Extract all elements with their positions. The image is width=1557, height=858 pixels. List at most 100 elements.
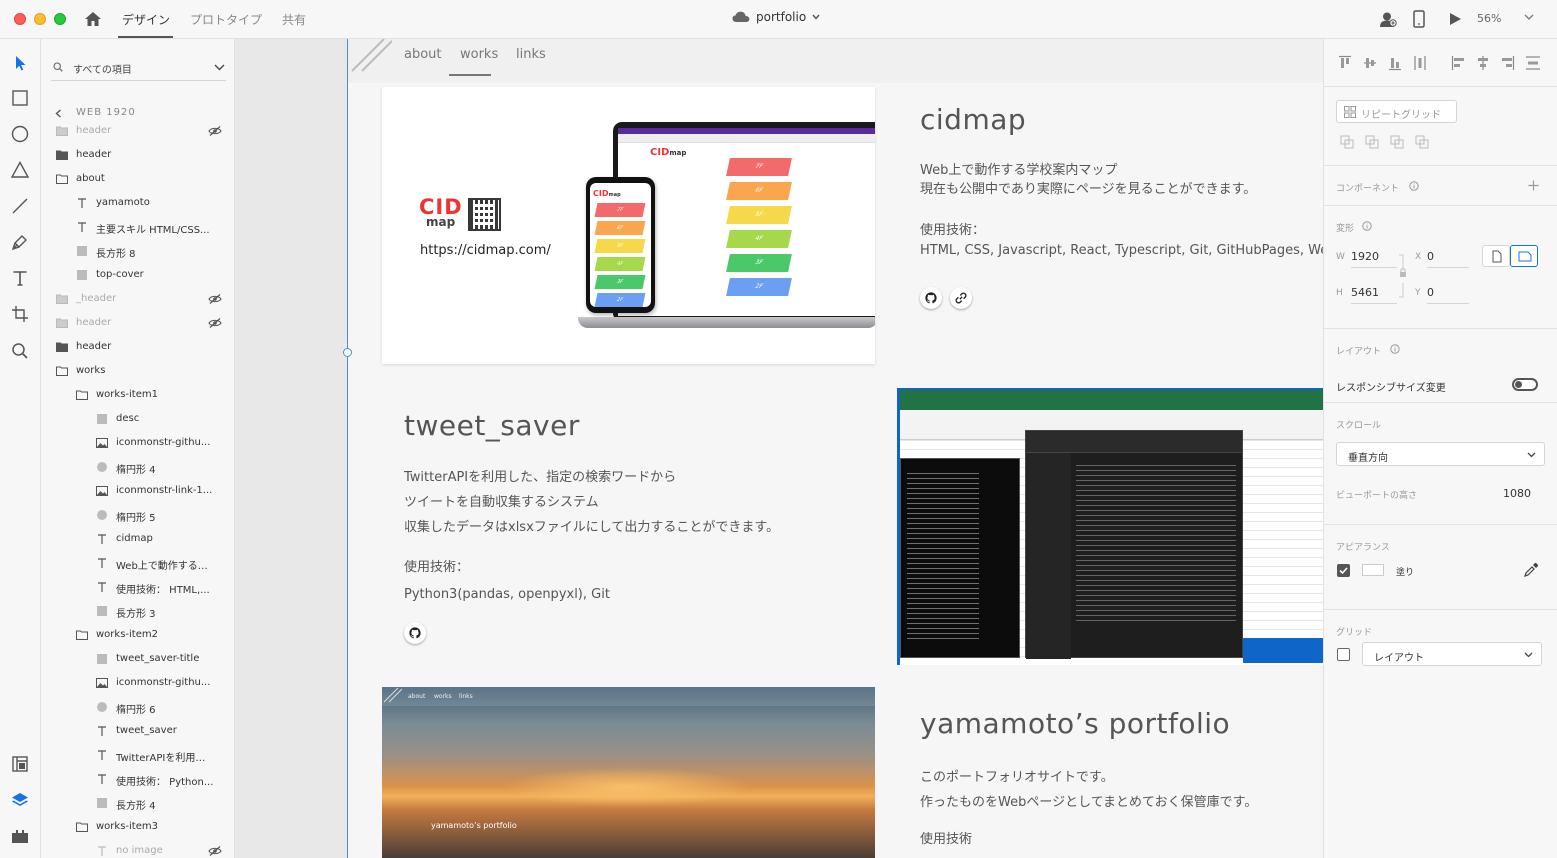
assets-panel-icon[interactable] bbox=[10, 754, 30, 774]
portrait-orientation-button[interactable] bbox=[1482, 245, 1510, 267]
align-bottom-icon[interactable] bbox=[1388, 55, 1402, 71]
select-tool-icon[interactable] bbox=[10, 53, 30, 73]
document-title[interactable]: portfolio bbox=[732, 10, 820, 24]
layer-row[interactable]: iconmonstr-link-1... bbox=[41, 479, 234, 503]
back-chevron-icon[interactable] bbox=[55, 109, 62, 118]
layer-row[interactable]: header bbox=[41, 143, 234, 167]
visibility-hidden-icon[interactable] bbox=[208, 318, 222, 328]
responsive-resize-toggle[interactable] bbox=[1512, 378, 1538, 391]
ellipse-tool-icon[interactable] bbox=[10, 124, 30, 144]
width-input[interactable]: 1920 bbox=[1351, 246, 1397, 268]
layer-row[interactable]: works bbox=[41, 359, 234, 383]
maximize-window-button[interactable] bbox=[54, 13, 66, 25]
rectangle-tool-icon[interactable] bbox=[10, 88, 30, 108]
design-canvas[interactable]: about works links CID map https://cidmap… bbox=[235, 39, 1323, 858]
layer-row[interactable]: works-item3 bbox=[41, 815, 234, 839]
layer-row[interactable]: 長方形 4 bbox=[41, 791, 234, 815]
distribute-horizontal-icon[interactable] bbox=[1526, 55, 1540, 71]
layer-row[interactable]: 主要スキル HTML/CSS... bbox=[41, 215, 234, 239]
repeat-grid-button[interactable]: リピートグリッド bbox=[1336, 100, 1457, 123]
text-tool-icon[interactable] bbox=[10, 268, 30, 288]
layer-row[interactable]: header bbox=[41, 335, 234, 359]
landscape-orientation-button[interactable] bbox=[1510, 245, 1538, 267]
layer-row[interactable]: 使用技術： HTML,... bbox=[41, 575, 234, 599]
boolean-ops-icons[interactable] bbox=[1340, 135, 1430, 149]
layer-row[interactable]: works-item1 bbox=[41, 383, 234, 407]
site-nav-about[interactable]: about bbox=[404, 47, 442, 62]
site-nav-works[interactable]: works bbox=[460, 47, 498, 62]
layer-row[interactable]: cidmap bbox=[41, 527, 234, 551]
layer-row[interactable]: tweet_saver-title bbox=[41, 647, 234, 671]
zoom-tool-icon[interactable] bbox=[10, 341, 30, 361]
visibility-hidden-icon[interactable] bbox=[208, 294, 222, 304]
fill-color-swatch[interactable] bbox=[1362, 564, 1384, 576]
align-top-icon[interactable] bbox=[1338, 55, 1352, 71]
minimize-window-button[interactable] bbox=[34, 13, 46, 25]
layer-row[interactable]: _header bbox=[41, 287, 234, 311]
layers-panel-icon[interactable] bbox=[10, 790, 30, 810]
layer-name: 長方形 3 bbox=[116, 609, 156, 620]
layer-row[interactable]: no image bbox=[41, 839, 234, 858]
distribute-vertical-icon[interactable] bbox=[1413, 55, 1427, 71]
plugins-panel-icon[interactable] bbox=[10, 826, 30, 846]
close-window-button[interactable] bbox=[14, 13, 26, 25]
line-tool-icon[interactable] bbox=[10, 196, 30, 216]
align-left-icon[interactable] bbox=[1451, 55, 1465, 71]
layer-row[interactable]: yamamoto bbox=[41, 191, 234, 215]
height-input[interactable]: 5461 bbox=[1351, 282, 1397, 304]
layer-row[interactable]: 楕円形 6 bbox=[41, 695, 234, 719]
cidmap-github-button[interactable] bbox=[920, 287, 942, 309]
artboard-tool-icon[interactable] bbox=[10, 304, 30, 324]
viewport-height-value[interactable]: 1080 bbox=[1503, 487, 1531, 500]
align-center-icon[interactable] bbox=[1476, 55, 1490, 71]
play-icon[interactable] bbox=[1448, 10, 1462, 28]
tab-share[interactable]: 共有 bbox=[282, 11, 306, 28]
layer-row[interactable]: top-cover bbox=[41, 263, 234, 287]
layer-row[interactable]: header bbox=[41, 119, 234, 143]
layer-row[interactable]: TwitterAPIを利用… bbox=[41, 743, 234, 767]
site-nav-links[interactable]: links bbox=[516, 47, 546, 62]
pen-tool-icon[interactable] bbox=[10, 232, 30, 252]
layer-row[interactable]: 長方形 3 bbox=[41, 599, 234, 623]
fill-checkbox[interactable] bbox=[1337, 564, 1350, 577]
layer-row[interactable]: 長方形 8 bbox=[41, 239, 234, 263]
y-input[interactable]: 0 bbox=[1427, 282, 1469, 304]
lock-aspect-icon[interactable] bbox=[1398, 254, 1408, 298]
filter-chevron-icon[interactable] bbox=[214, 64, 225, 71]
home-icon[interactable] bbox=[84, 10, 102, 28]
tweet-saver-github-button[interactable] bbox=[404, 622, 426, 644]
scroll-direction-select[interactable]: 垂直方向 bbox=[1336, 442, 1545, 466]
layer-row[interactable]: 楕円形 5 bbox=[41, 503, 234, 527]
layer-row[interactable]: tweet_saver bbox=[41, 719, 234, 743]
layer-row[interactable]: 使用技術： Python... bbox=[41, 767, 234, 791]
artboard-resize-handle[interactable] bbox=[343, 348, 352, 357]
artboard-web-1920[interactable]: about works links CID map https://cidmap… bbox=[348, 39, 1323, 858]
tab-prototype[interactable]: プロトタイプ bbox=[190, 11, 262, 28]
align-right-icon[interactable] bbox=[1501, 55, 1515, 71]
add-component-icon[interactable] bbox=[1528, 180, 1539, 191]
grid-checkbox[interactable] bbox=[1337, 648, 1350, 661]
layer-row[interactable]: desc bbox=[41, 407, 234, 431]
zoom-chevron-icon[interactable] bbox=[1524, 14, 1534, 21]
visibility-hidden-icon[interactable] bbox=[208, 846, 222, 856]
layer-row[interactable]: iconmonstr-githu... bbox=[41, 431, 234, 455]
grid-type-select[interactable]: レイアウト bbox=[1362, 642, 1542, 666]
layer-row[interactable]: header bbox=[41, 311, 234, 335]
polygon-tool-icon[interactable] bbox=[10, 160, 30, 180]
invite-user-icon[interactable] bbox=[1379, 10, 1397, 28]
layer-row[interactable]: iconmonstr-githu... bbox=[41, 671, 234, 695]
eyedropper-icon[interactable] bbox=[1523, 562, 1539, 578]
layers-search[interactable]: すべての項目 bbox=[51, 55, 226, 81]
visibility-hidden-icon[interactable] bbox=[208, 126, 222, 136]
zoom-level[interactable]: 56% bbox=[1477, 12, 1501, 25]
layer-row[interactable]: works-item2 bbox=[41, 623, 234, 647]
layer-row[interactable]: 楕円形 4 bbox=[41, 455, 234, 479]
align-middle-icon[interactable] bbox=[1363, 55, 1377, 71]
folder-open-layer-icon bbox=[56, 365, 68, 377]
x-input[interactable]: 0 bbox=[1427, 246, 1469, 268]
layer-row[interactable]: Web上で動作する… bbox=[41, 551, 234, 575]
device-preview-icon[interactable] bbox=[1413, 10, 1425, 28]
tab-design[interactable]: デザイン bbox=[122, 11, 170, 28]
layer-row[interactable]: about bbox=[41, 167, 234, 191]
cidmap-link-button[interactable] bbox=[950, 287, 972, 309]
